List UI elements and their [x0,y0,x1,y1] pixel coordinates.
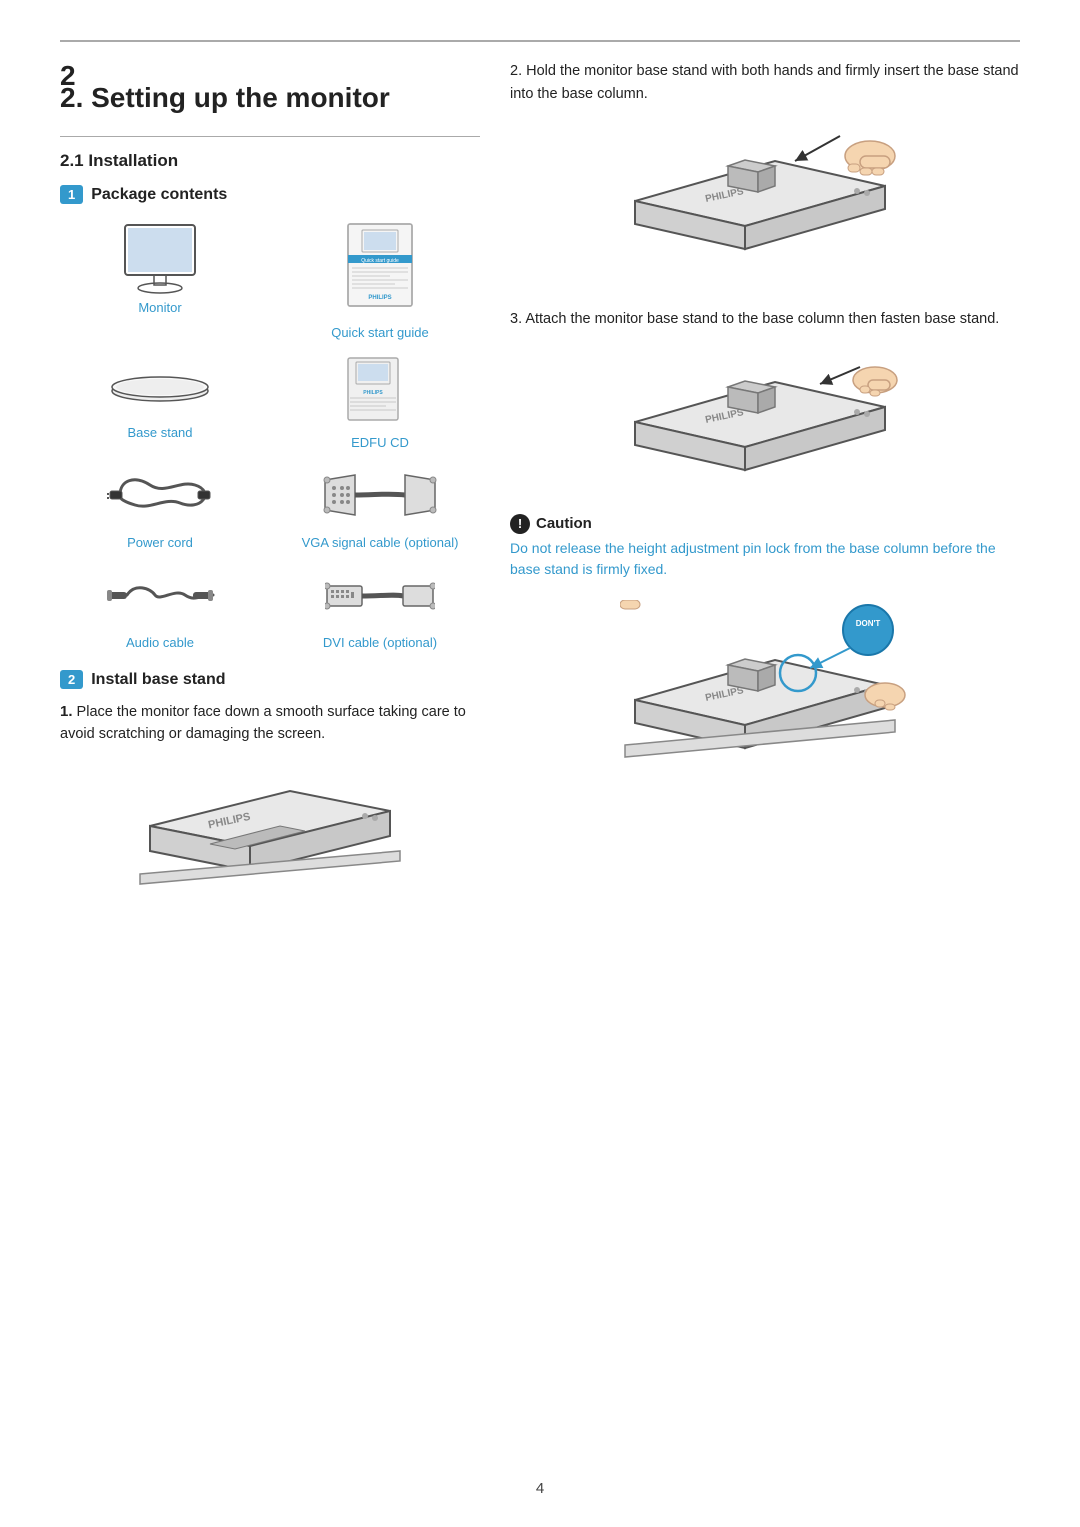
fig-fasten-base: PHILIPS [510,342,1020,492]
svg-text:DON'T: DON'T [856,619,881,628]
edfu-cd-image: PHILIPS [340,350,420,430]
quick-start-label: Quick start guide [331,325,429,340]
right-step-2: 2. Hold the monitor base stand with both… [510,60,1020,286]
package-contents-grid: Monitor [60,220,480,650]
package-item-vga-cable: VGA signal cable (optional) [280,460,480,550]
power-cord-label: Power cord [127,535,193,550]
base-stand-label: Base stand [127,425,192,440]
svg-text:PHILIPS: PHILIPS [368,295,391,301]
audio-cable-label: Audio cable [126,635,194,650]
package-item-monitor: Monitor [60,220,260,340]
package-item-audio-cable: Audio cable [60,560,260,650]
fig-insert-base: PHILIPS [510,116,1020,286]
caution-text: Do not release the height adjustment pin… [510,538,1020,580]
base-stand-image [105,350,215,420]
package-item-power-cord: Power cord [60,460,260,550]
step1-badge: 1 [60,185,83,204]
right-step-3: 3. Attach the monitor base stand to the … [510,308,1020,491]
monitor-image [110,220,210,295]
step2-badge: 2 [60,670,83,689]
package-item-dvi-cable: DVI cable (optional) [280,560,480,650]
power-cord-image [105,460,215,530]
svg-text:PHILIPS: PHILIPS [363,390,383,396]
caution-icon: ! [510,514,530,534]
section-heading: 2. Setting up the monitor [60,82,480,114]
subsection-title: 2.1 Installation [60,151,480,171]
install-step-1-text: 1. Place the monitor face down a smooth … [60,701,480,746]
caution-title: ! Caution [510,514,1020,534]
vga-cable-image [320,460,440,530]
monitor-label: Monitor [138,300,181,315]
step1-label: Package contents [91,186,227,204]
page-number: 4 [536,1480,544,1497]
step2-instruction: 2. Hold the monitor base stand with both… [510,60,1020,106]
caution-box: ! Caution Do not release the height adju… [510,514,1020,580]
svg-text:Quick start guide: Quick start guide [361,258,399,264]
edfu-cd-label: EDFU CD [351,435,409,450]
quick-start-image: Quick start guide PHILIPS [340,220,420,320]
audio-cable-image [105,560,215,630]
package-item-base-stand: Base stand [60,350,260,450]
step3-instruction: 3. Attach the monitor base stand to the … [510,308,1020,331]
install-step-1: 1. Place the monitor face down a smooth … [60,701,480,746]
step2-label: Install base stand [91,671,225,689]
dvi-cable-image [325,560,435,630]
fig-monitor-facedown: PHILIPS [60,756,480,896]
fig-dont: PHILIPS DON'T [510,600,1020,790]
vga-cable-label: VGA signal cable (optional) [302,535,459,550]
package-item-edfu-cd: PHILIPS EDFU CD [280,350,480,450]
package-item-quick-start: Quick start guide PHILIPS Quick [280,220,480,340]
dvi-cable-label: DVI cable (optional) [323,635,437,650]
